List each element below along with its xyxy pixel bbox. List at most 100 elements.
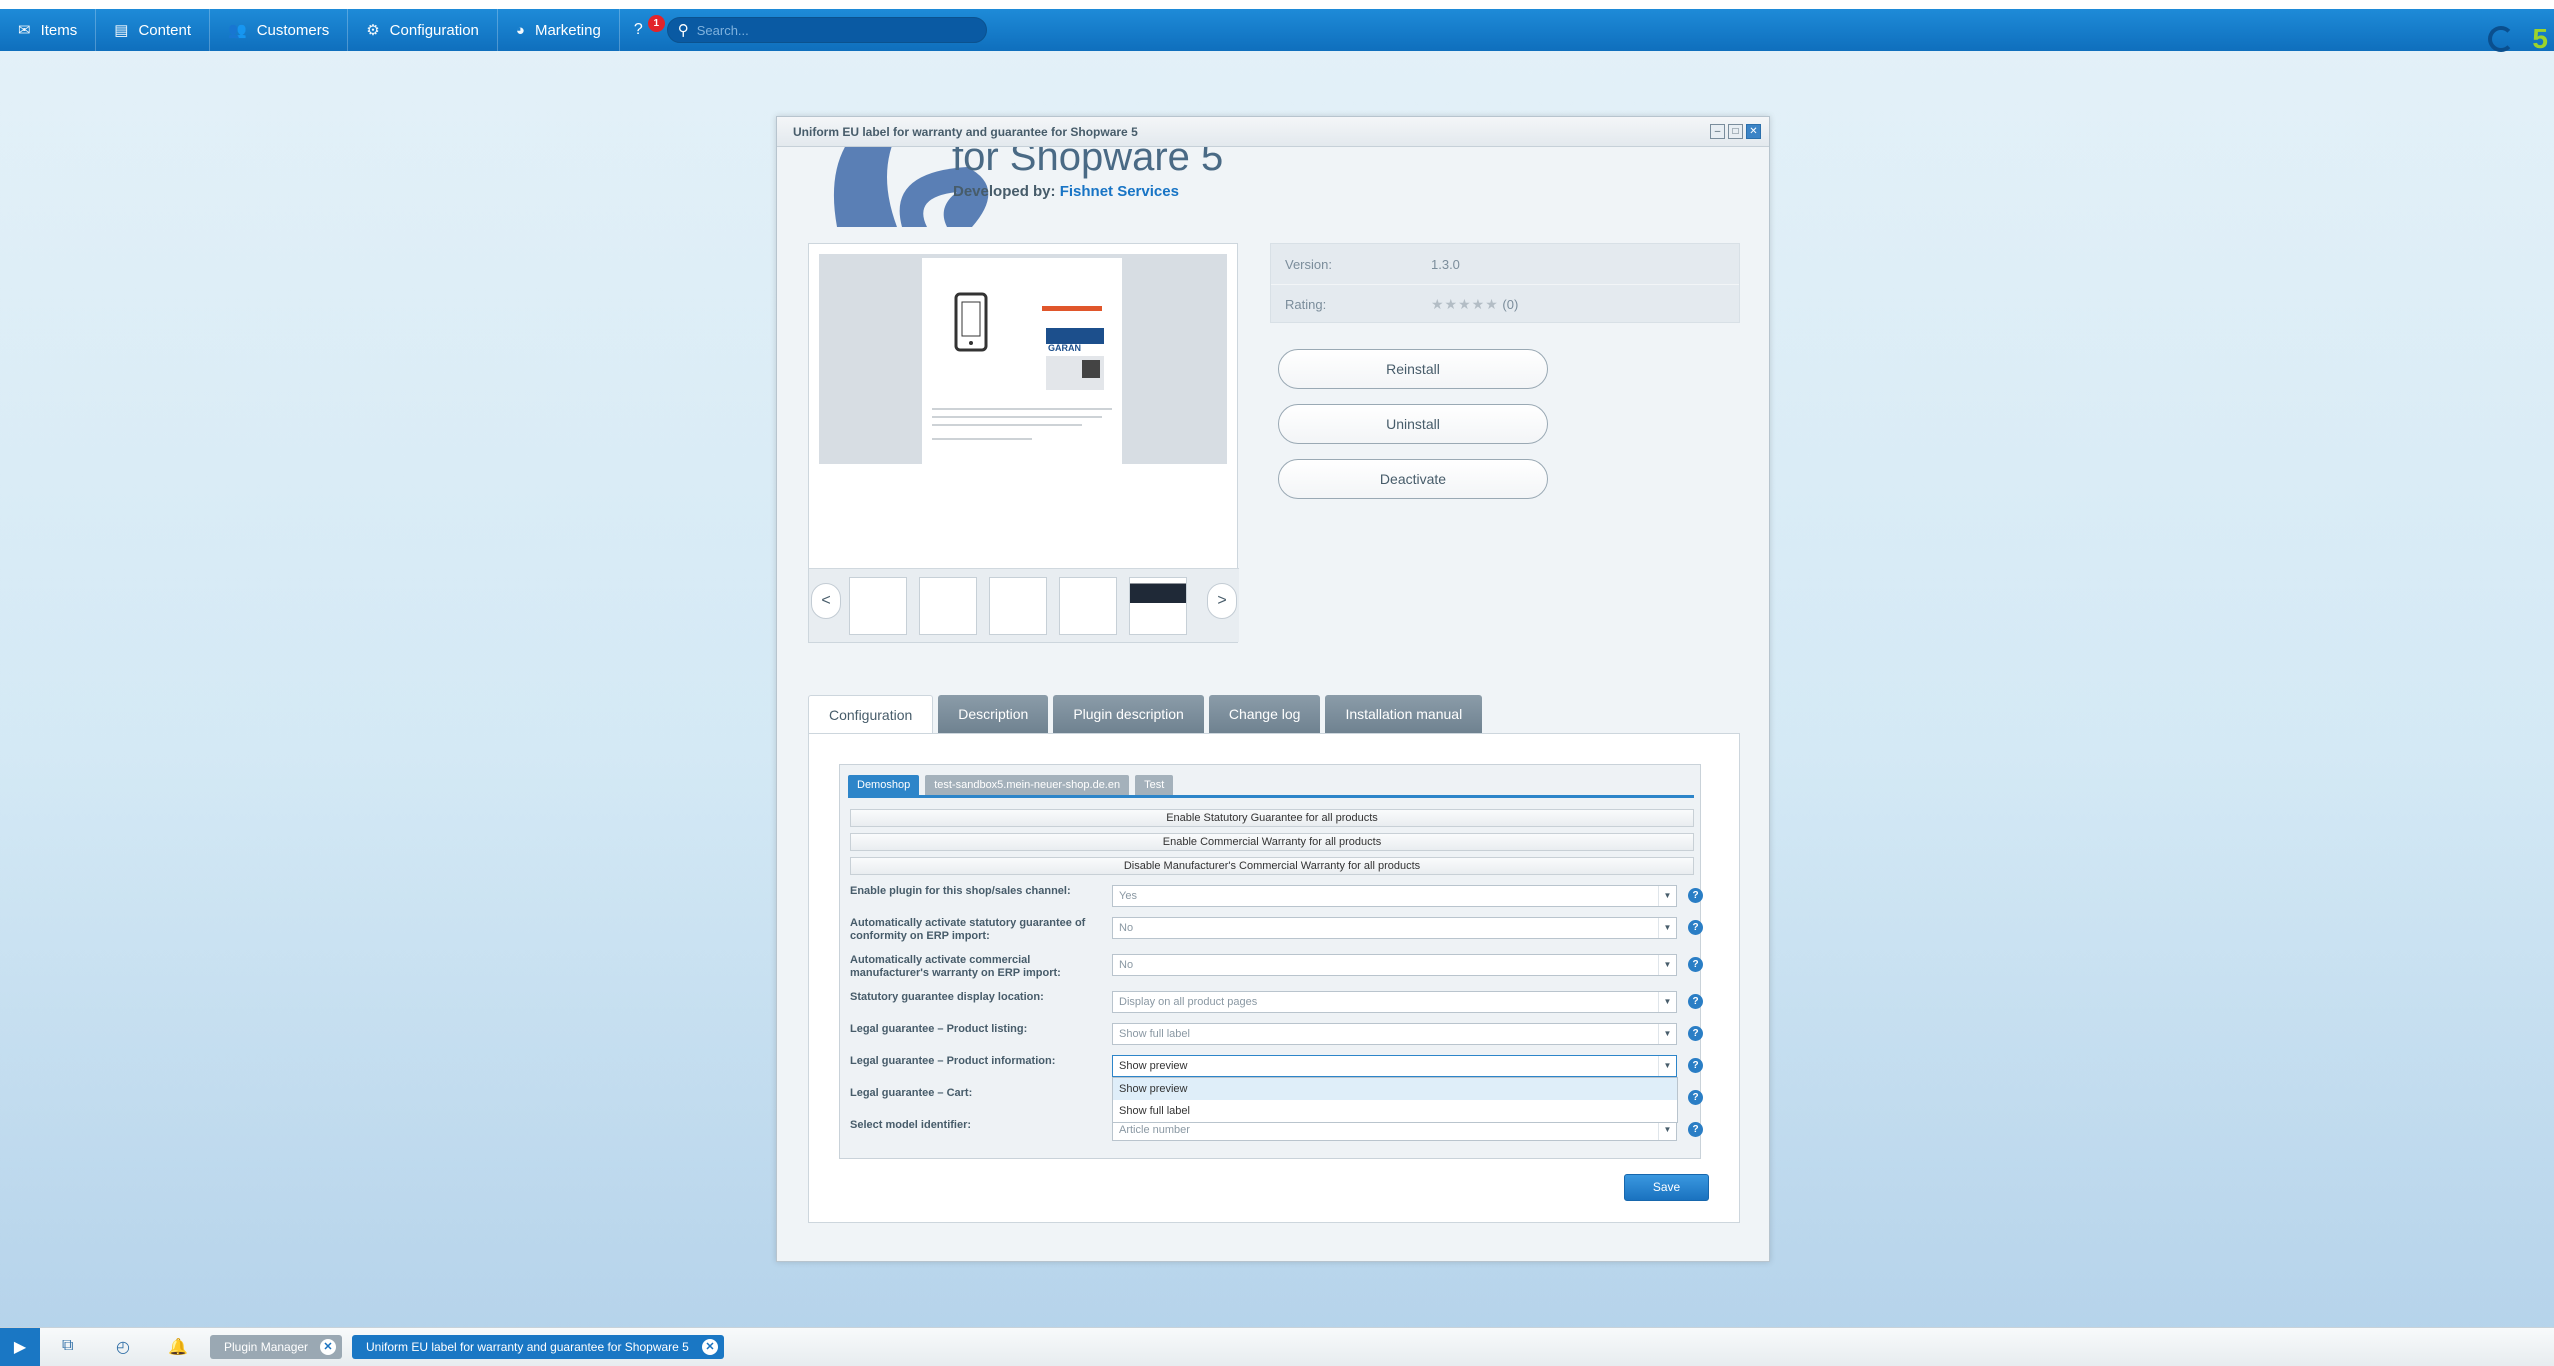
product-listing-select[interactable]: Show full label ▼ <box>1112 1023 1677 1045</box>
help-icon[interactable]: ? <box>1688 1026 1703 1041</box>
select-value: Article number <box>1119 1124 1190 1136</box>
shop-tab-underline <box>848 795 1694 798</box>
menu-marketing[interactable]: ◕ Marketing <box>498 9 620 51</box>
gallery-thumbnail[interactable] <box>1059 577 1117 635</box>
window-header[interactable]: Uniform EU label for warranty and guaran… <box>777 117 1769 147</box>
field-row: Automatically activate commercial manufa… <box>850 954 1703 979</box>
marketing-icon: ◕ <box>515 21 525 39</box>
help-icon[interactable]: ? <box>1688 888 1703 903</box>
plugin-info-panel: Version: 1.3.0 Rating: ★★★★★ (0) <box>1270 243 1740 323</box>
developer-link[interactable]: Fishnet Services <box>1060 183 1179 200</box>
menu-label: Content <box>138 21 191 39</box>
tab-description[interactable]: Description <box>938 695 1049 733</box>
developer-prefix: Developed by: <box>953 183 1060 200</box>
menu-content[interactable]: ▤ Content <box>96 9 210 51</box>
field-row: Legal guarantee – Product listing: Show … <box>850 1023 1703 1047</box>
chevron-down-icon[interactable]: ▼ <box>1658 1120 1676 1140</box>
gear-icon: ⚙ <box>366 22 380 39</box>
erp-commercial-select[interactable]: No ▼ <box>1112 954 1677 976</box>
help-button[interactable]: ? 1 <box>620 9 665 51</box>
version-row: Version: 1.3.0 <box>1271 244 1739 284</box>
uninstall-button[interactable]: Uninstall <box>1278 404 1548 444</box>
menu-customers[interactable]: 👥 Customers <box>210 9 349 51</box>
plugin-enabled-select[interactable]: Yes ▼ <box>1112 885 1677 907</box>
maximize-icon[interactable]: □ <box>1728 124 1743 139</box>
disable-manufacturer-warranty-button[interactable]: Disable Manufacturer's Commercial Warran… <box>850 857 1694 875</box>
help-icon[interactable]: ? <box>1688 957 1703 972</box>
chevron-down-icon[interactable]: ▼ <box>1658 955 1676 975</box>
chevron-down-icon[interactable]: ▼ <box>1658 886 1676 906</box>
menu-label: Customers <box>256 21 330 39</box>
items-icon: ✉ <box>18 22 31 39</box>
close-icon[interactable]: ✕ <box>1746 124 1761 139</box>
display-location-select[interactable]: Display on all product pages ▼ <box>1112 991 1677 1013</box>
tab-plugin-description[interactable]: Plugin description <box>1053 695 1204 733</box>
select-value: Yes <box>1119 890 1137 902</box>
help-icon[interactable]: ? <box>1688 1122 1703 1137</box>
search-box: ⚲ <box>666 17 987 43</box>
gallery-thumbnails: < > <box>809 568 1239 642</box>
task-label: Plugin Manager <box>224 1340 309 1354</box>
taskbar-task-plugin-manager[interactable]: Plugin Manager ✕ <box>210 1335 342 1359</box>
tab-installation-manual[interactable]: Installation manual <box>1325 695 1483 733</box>
dashboard-icon[interactable]: ◴ <box>116 1337 130 1357</box>
plugin-title: for Shopware 5 <box>952 147 1224 179</box>
gallery-thumbnail[interactable] <box>919 577 977 635</box>
gallery-thumbnail[interactable] <box>849 577 907 635</box>
dropdown-option[interactable]: Show preview <box>1113 1078 1677 1100</box>
gallery-thumbnail[interactable] <box>989 577 1047 635</box>
top-strip <box>0 0 2554 9</box>
help-icon[interactable]: ? <box>1688 1058 1703 1073</box>
start-menu-button[interactable]: ▶ <box>0 1328 40 1366</box>
dropdown-option[interactable]: Show full label <box>1113 1100 1677 1122</box>
menu-items[interactable]: ✉ Items <box>0 9 97 51</box>
rating-count: (0) <box>1502 297 1519 312</box>
gallery-thumbnail[interactable] <box>1129 577 1187 635</box>
save-button[interactable]: Save <box>1624 1174 1709 1201</box>
configuration-form: Demoshop test-sandbox5.mein-neuer-shop.d… <box>839 764 1703 1159</box>
task-label: Uniform EU label for warranty and guaran… <box>366 1340 689 1354</box>
search-input[interactable] <box>696 22 967 38</box>
chevron-down-icon[interactable]: ▼ <box>1658 1024 1676 1044</box>
menu-configuration[interactable]: ⚙ Configuration <box>348 9 498 51</box>
version-5-logo-icon: 5 <box>2532 23 2548 54</box>
erp-statutory-select[interactable]: No ▼ <box>1112 917 1677 939</box>
shop-tab-sandbox[interactable]: test-sandbox5.mein-neuer-shop.de.en <box>925 775 1130 795</box>
plugin-detail-window: Uniform EU label for warranty and guaran… <box>776 116 1770 1262</box>
notification-badge: 1 <box>647 15 665 32</box>
deactivate-button[interactable]: Deactivate <box>1278 459 1548 499</box>
shop-tab-test[interactable]: Test <box>1135 775 1174 795</box>
rating-row: Rating: ★★★★★ (0) <box>1271 284 1739 324</box>
shop-tab-demoshop[interactable]: Demoshop <box>848 775 920 795</box>
chevron-down-icon[interactable]: ▼ <box>1658 1056 1676 1076</box>
field-label: Automatically activate commercial manufa… <box>850 954 1061 979</box>
close-icon[interactable]: ✕ <box>702 1339 718 1355</box>
content-icon: ▤ <box>114 22 129 39</box>
enable-commercial-warranty-button[interactable]: Enable Commercial Warranty for all produ… <box>850 833 1694 851</box>
gallery-next-button[interactable]: > <box>1207 583 1237 619</box>
main-menu-bar: ✉ Items ▤ Content 👥 Customers ⚙ Configuratio… <box>0 9 2554 54</box>
minimize-icon[interactable]: – <box>1710 124 1725 139</box>
image-gallery: GARAN < > <box>808 243 1239 643</box>
chevron-down-icon[interactable]: ▼ <box>1658 992 1676 1012</box>
field-row: Statutory guarantee display location: Di… <box>850 991 1703 1015</box>
tab-change-log[interactable]: Change log <box>1208 695 1321 733</box>
windows-icon[interactable]: ⧉ <box>62 1337 73 1355</box>
reinstall-button[interactable]: Reinstall <box>1278 349 1548 389</box>
close-icon[interactable]: ✕ <box>320 1339 336 1355</box>
product-information-select[interactable]: Show preview ▼ <box>1112 1055 1677 1077</box>
enable-statutory-guarantee-button[interactable]: Enable Statutory Guarantee for all produ… <box>850 809 1694 827</box>
gallery-prev-button[interactable]: < <box>811 583 841 619</box>
chevron-down-icon[interactable]: ▼ <box>1658 918 1676 938</box>
svg-text:GARAN: GARAN <box>1048 343 1081 353</box>
help-icon[interactable]: ? <box>1688 994 1703 1009</box>
tab-configuration[interactable]: Configuration <box>808 695 934 735</box>
help-icon[interactable]: ? <box>1688 1090 1703 1105</box>
menu-label: Marketing <box>534 21 601 39</box>
field-label: Enable plugin for this shop/sales channe… <box>850 885 1071 897</box>
shopware-logo-icon <box>2488 26 2514 52</box>
bell-icon[interactable]: 🔔 <box>168 1337 188 1357</box>
version-label: Version: <box>1285 256 1332 272</box>
help-icon[interactable]: ? <box>1688 920 1703 935</box>
taskbar-task-plugin-detail[interactable]: Uniform EU label for warranty and guaran… <box>352 1335 724 1359</box>
